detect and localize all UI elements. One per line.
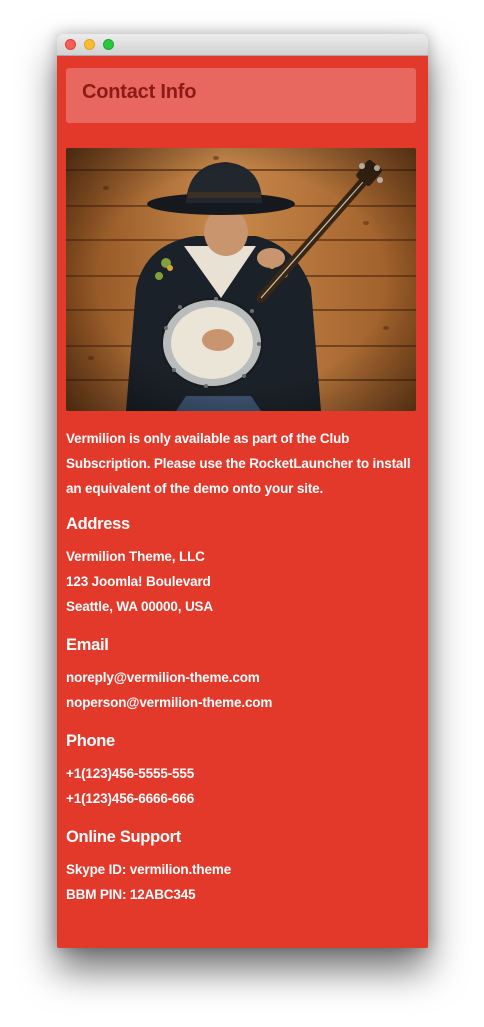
phone-block: +1(123)456-5555-555 +1(123)456-6666-666 (66, 761, 416, 811)
online-support-block: Skype ID: vermilion.theme BBM PIN: 12ABC… (66, 857, 416, 907)
minimize-window-button[interactable] (84, 39, 95, 50)
phone-heading: Phone (66, 732, 115, 750)
email-link[interactable]: noperson@vermilion-theme.com (66, 690, 416, 715)
maximize-window-button[interactable] (103, 39, 114, 50)
skype-id: Skype ID: vermilion.theme (66, 862, 232, 877)
page-title: Contact Info (82, 81, 197, 103)
email-block: noreply@vermilion-theme.com noperson@ver… (66, 665, 416, 715)
email-heading: Email (66, 636, 109, 654)
bbm-pin: BBM PIN: 12ABC345 (66, 887, 196, 902)
address-line: Seattle, WA 00000, USA (66, 599, 214, 614)
phone-number: +1(123)456-6666-666 (66, 791, 195, 806)
email-link[interactable]: noreply@vermilion-theme.com (66, 665, 416, 690)
online-support-heading: Online Support (66, 828, 181, 846)
phone-number: +1(123)456-5555-555 (66, 766, 195, 781)
contact-info-header: Contact Info (66, 68, 416, 123)
intro-text: Vermilion is only available as part of t… (66, 431, 411, 496)
address-line: 123 Joomla! Boulevard (66, 574, 211, 589)
address-line: Vermilion Theme, LLC (66, 549, 205, 564)
address-heading: Address (66, 515, 130, 533)
address-block: Vermilion Theme, LLC 123 Joomla! Bouleva… (66, 544, 416, 619)
close-window-button[interactable] (65, 39, 76, 50)
window-titlebar (57, 34, 428, 56)
browser-window: Contact Info Vermilion is only available… (57, 34, 428, 948)
contact-content: Vermilion is only available as part of t… (66, 426, 416, 907)
banjo-player-photo (66, 148, 416, 411)
